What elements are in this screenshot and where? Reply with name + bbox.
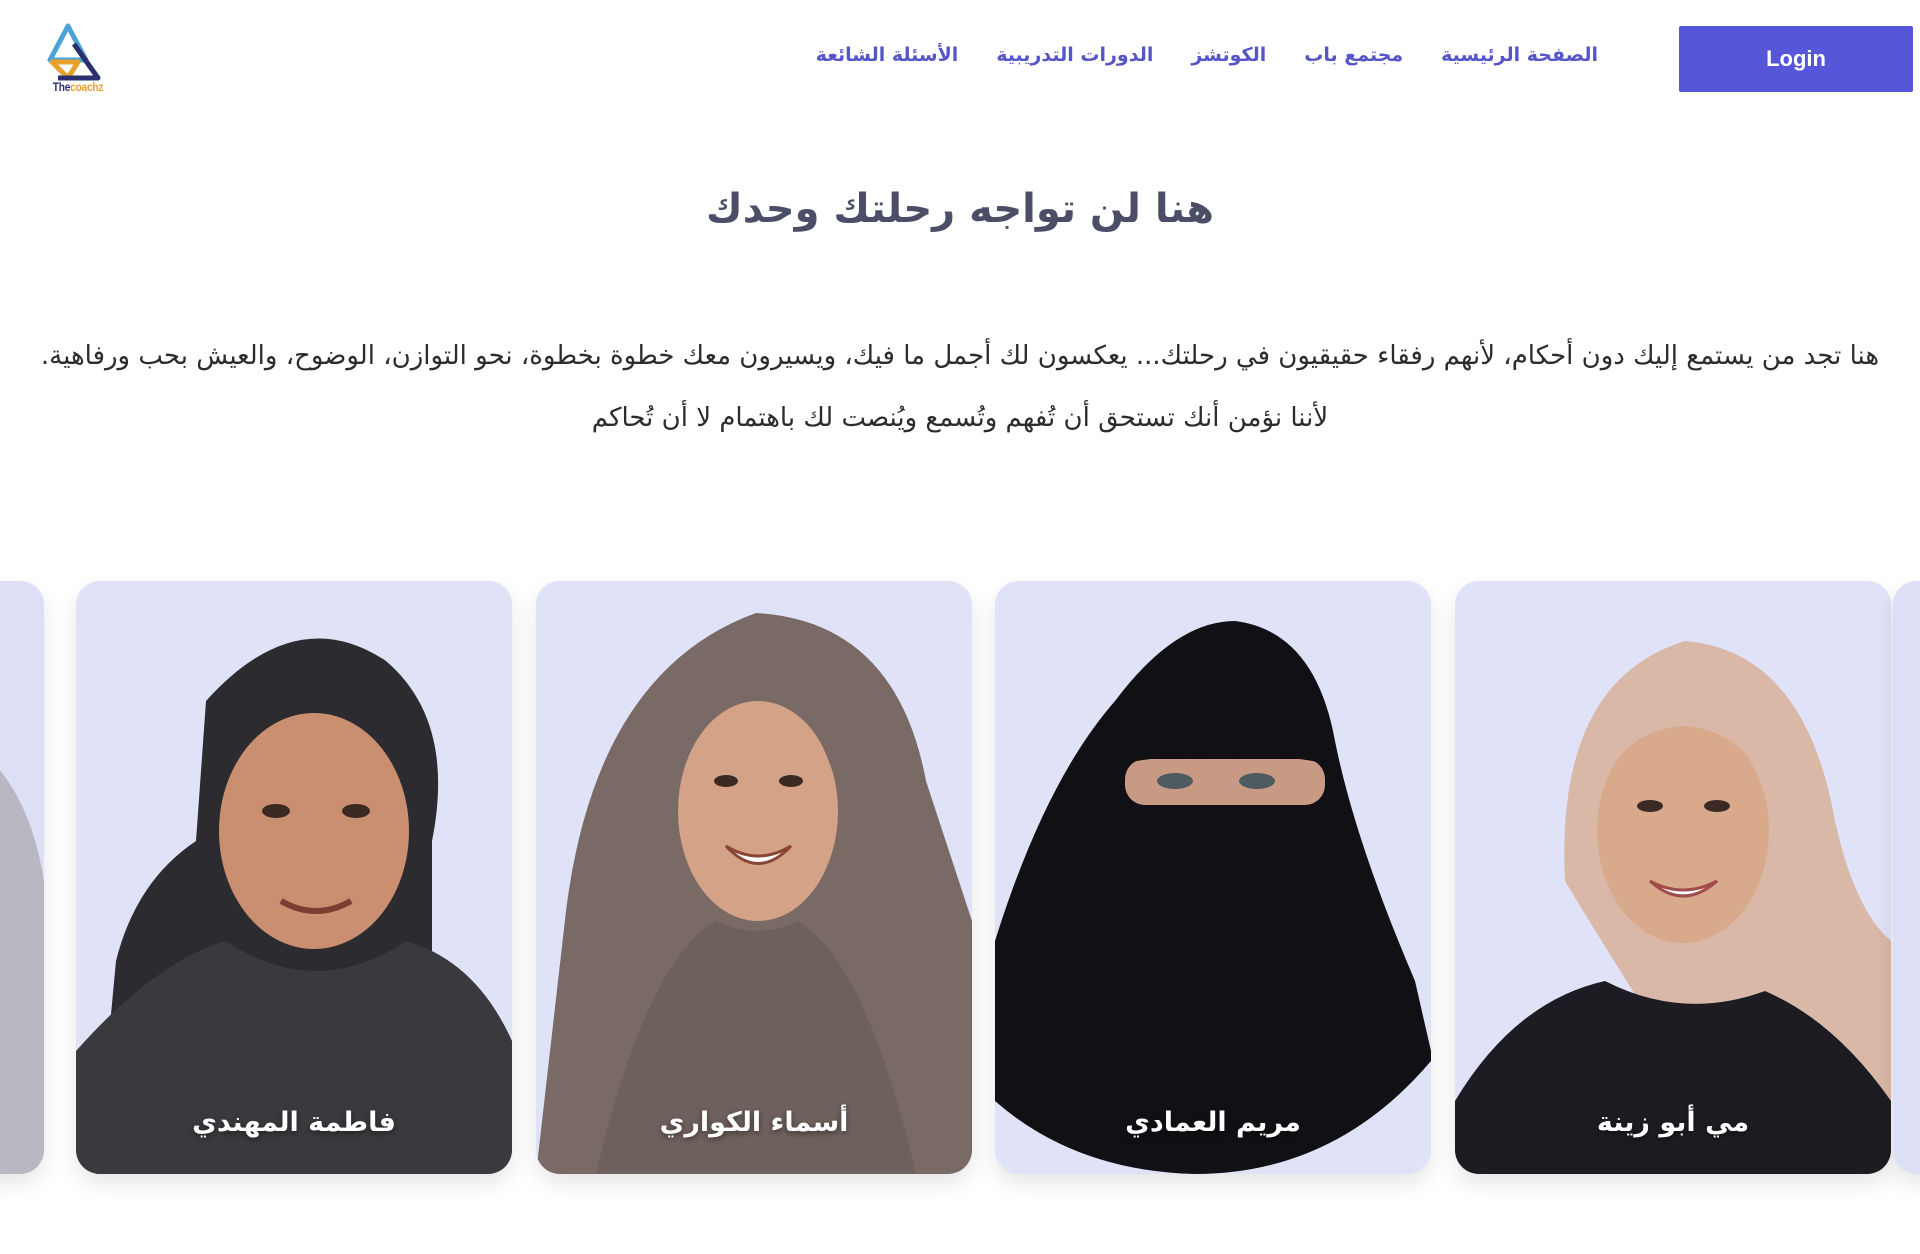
coach-card[interactable]: مريم العمادي (995, 581, 1431, 1174)
coach-name: مي أبو زينة (1596, 1107, 1750, 1138)
coach-card[interactable]: مي أبو زينة (1455, 581, 1891, 1174)
login-button[interactable]: Login (1679, 26, 1913, 92)
hero-description: هنا تجد من يستمع إليك دون أحكام، لأنهم ر… (40, 341, 1880, 433)
nav-item-home[interactable]: الصفحة الرئيسية (1441, 44, 1598, 66)
logo-text: Thecoachz (44, 80, 112, 94)
nav-item-coaches[interactable]: الكوتشز (1191, 44, 1266, 66)
coach-portrait-image (76, 581, 512, 1174)
page: Thecoachz الصفحة الرئيسية مجتمع باب الكو… (0, 0, 1920, 1254)
coach-card[interactable]: أسماء الكواري (536, 581, 972, 1174)
page-title: هنا لن تواجه رحلتك وحدك (706, 186, 1214, 232)
coach-portrait-image (0, 581, 44, 1174)
site-logo[interactable]: Thecoachz (38, 20, 118, 100)
coach-portrait-image (536, 581, 972, 1174)
site-header: Thecoachz الصفحة الرئيسية مجتمع باب الكو… (0, 0, 1920, 118)
coach-portrait-image (1893, 581, 1920, 1174)
main-nav: الصفحة الرئيسية مجتمع باب الكوتشز الدورا… (816, 44, 1598, 66)
coach-card[interactable]: فاطمة المهندي (76, 581, 512, 1174)
coach-portrait-image (1455, 581, 1891, 1174)
logo-text-part1: The (52, 80, 71, 94)
coach-card-partial-left[interactable] (0, 581, 44, 1174)
nav-item-community[interactable]: مجتمع باب (1304, 44, 1403, 66)
coach-name: مريم العمادي (1125, 1107, 1301, 1138)
coach-carousel: فاطمة المهندي أسماء الكواري مريم العمادي… (0, 581, 1920, 1174)
coach-portrait-image (995, 581, 1431, 1174)
coach-name: فاطمة المهندي (192, 1107, 396, 1138)
coach-card-partial-right[interactable] (1893, 581, 1920, 1174)
nav-item-faq[interactable]: الأسئلة الشائعة (816, 44, 959, 66)
coach-name: أسماء الكواري (659, 1107, 849, 1138)
logo-text-part2: coachz (70, 80, 104, 94)
nav-item-courses[interactable]: الدورات التدريبية (996, 44, 1153, 66)
